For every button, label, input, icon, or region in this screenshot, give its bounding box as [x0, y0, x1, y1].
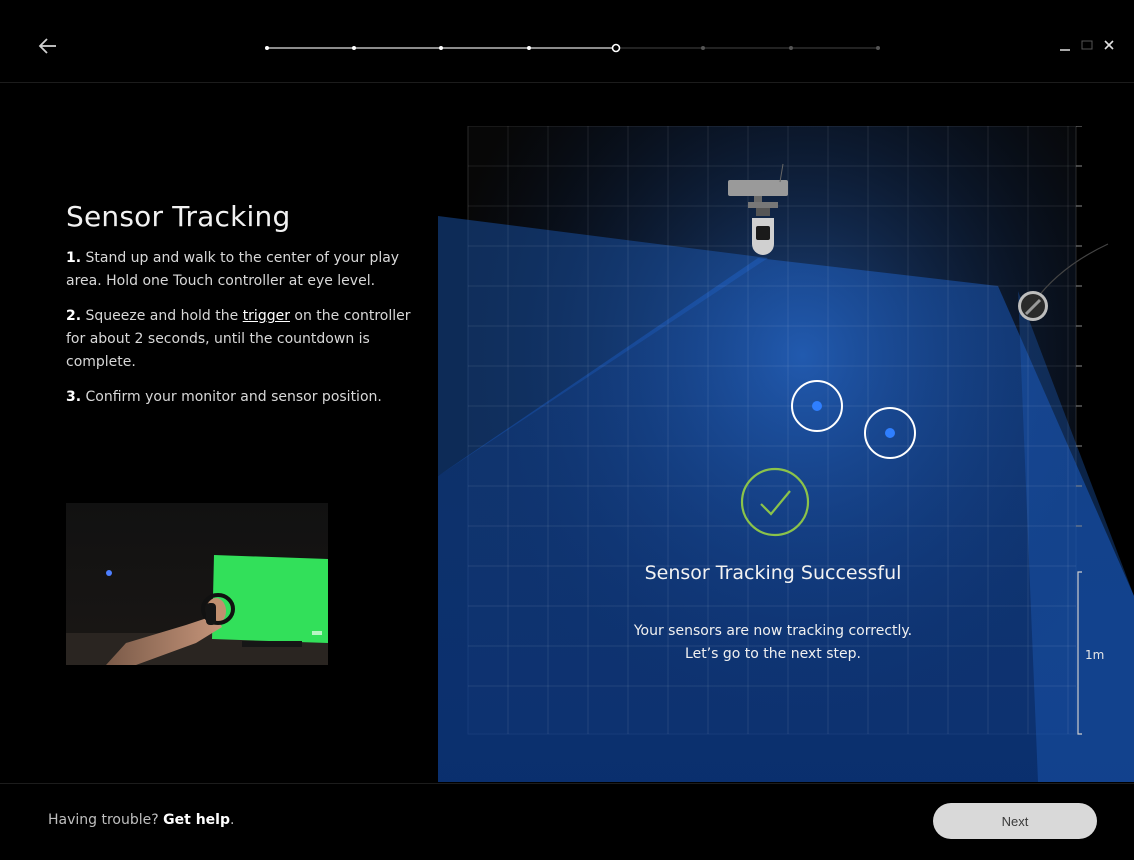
step-text: Stand up and walk to the center of your … [66, 250, 400, 289]
step-text: Confirm your monitor and sensor position… [85, 389, 382, 405]
step-number: 2. [66, 308, 82, 324]
window-controls [1034, 36, 1124, 56]
instructions-panel: Sensor Tracking 1. Stand up and walk to … [66, 200, 426, 421]
scale-label: 1m [1085, 648, 1105, 662]
success-message-line-2: Let’s go to the next step. [685, 646, 861, 662]
progress-step-6 [701, 46, 705, 50]
success-title: Sensor Tracking Successful [644, 562, 902, 584]
close-icon[interactable] [1100, 36, 1118, 54]
back-button[interactable] [36, 34, 60, 58]
instruction-step-3: 3. Confirm your monitor and sensor posit… [66, 386, 426, 409]
step-number: 1. [66, 250, 82, 266]
progress-step-4 [527, 46, 531, 50]
progress-step-7 [789, 46, 793, 50]
controller-demo-photo [66, 503, 328, 665]
step-number: 3. [66, 389, 82, 405]
instruction-step-1: 1. Stand up and walk to the center of yo… [66, 247, 426, 293]
arrow-left-icon [38, 38, 56, 54]
step-text: Squeeze and hold the [85, 308, 239, 324]
page-title: Sensor Tracking [66, 200, 291, 233]
progress-step-3 [439, 46, 443, 50]
setup-progress-indicator [265, 43, 880, 53]
help-suffix: . [229, 812, 235, 828]
progress-step-5-current [611, 43, 621, 53]
next-button[interactable]: Next [933, 803, 1097, 839]
progress-step-1 [265, 46, 269, 50]
top-bar [0, 0, 1134, 83]
help-text: Having trouble? Get help. [48, 812, 234, 828]
minimize-icon[interactable] [1056, 36, 1074, 54]
progress-step-2 [352, 46, 356, 50]
footer: Having trouble? Get help. Next [0, 783, 1134, 860]
maximize-icon[interactable] [1078, 36, 1096, 54]
success-message-line-1: Your sensors are now tracking correctly. [633, 623, 913, 639]
sensor-tracking-visualization [438, 126, 1134, 782]
success-message: Your sensors are now tracking correctly.… [468, 620, 1078, 666]
trigger-link[interactable]: trigger [243, 308, 290, 324]
instruction-step-2: 2. Squeeze and hold the trigger on the c… [66, 305, 426, 374]
get-help-link[interactable]: Get help [163, 812, 230, 828]
progress-step-8 [876, 46, 880, 50]
help-prefix: Having trouble? [48, 812, 159, 828]
